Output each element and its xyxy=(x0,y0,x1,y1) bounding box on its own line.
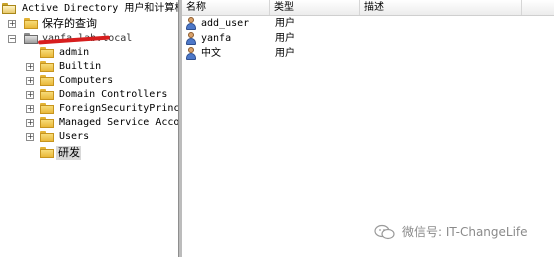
folder-icon xyxy=(40,75,54,86)
ad-root-icon xyxy=(2,3,16,14)
item-name: yanfa xyxy=(201,33,232,44)
domain-icon xyxy=(24,33,38,44)
tree-item-label: ForeignSecurityPrincip xyxy=(59,103,178,114)
tree-item-managed-service-accounts[interactable]: + Managed Service Accour xyxy=(26,116,178,130)
expand-icon[interactable]: + xyxy=(26,105,34,113)
console-tree: Active Directory 用户和计算机 + 保存的查询 − yanfa.… xyxy=(0,0,178,257)
folder-icon xyxy=(40,47,54,58)
results-list: 名称 类型 描述 add_user 用户 yanfa 用户 中文 用户 xyxy=(182,0,554,257)
list-item[interactable]: add_user 用户 xyxy=(182,16,554,31)
expand-icon[interactable]: + xyxy=(26,91,34,99)
folder-icon xyxy=(40,89,54,100)
ou-folder-icon xyxy=(40,147,54,158)
tree-item-users[interactable]: + Users xyxy=(26,130,178,144)
item-name: 中文 xyxy=(201,48,221,59)
tree-item-label: Managed Service Accour xyxy=(59,117,178,128)
folder-icon xyxy=(40,103,54,114)
item-type: 用户 xyxy=(275,48,295,59)
expand-icon[interactable]: + xyxy=(26,119,34,127)
folder-icon xyxy=(40,131,54,142)
tree-item-label: Domain Controllers xyxy=(59,89,168,100)
tree-item-label: Builtin xyxy=(59,61,102,72)
item-type: 用户 xyxy=(275,18,295,29)
column-header-type[interactable]: 类型 xyxy=(270,0,360,15)
tree-item-label: 保存的查询 xyxy=(42,17,97,30)
wechat-icon xyxy=(374,224,395,240)
tree-item-label: 研发 xyxy=(58,146,80,159)
expand-icon[interactable]: + xyxy=(8,20,16,28)
expand-icon[interactable]: + xyxy=(26,77,34,85)
column-header-name[interactable]: 名称 xyxy=(182,0,270,15)
watermark-text: 微信号: IT-ChangeLife xyxy=(402,225,528,239)
item-type: 用户 xyxy=(275,33,295,44)
tree-root-item[interactable]: Active Directory 用户和计算机 xyxy=(2,2,178,16)
folder-icon xyxy=(24,18,38,29)
tree-item-foreign-security-principals[interactable]: + ForeignSecurityPrincip xyxy=(26,102,178,116)
expand-icon[interactable]: + xyxy=(26,63,34,71)
list-header: 名称 类型 描述 xyxy=(182,0,554,16)
user-icon xyxy=(185,47,197,60)
tree-root-label: Active Directory 用户和计算机 xyxy=(22,3,178,14)
item-name: add_user xyxy=(201,18,250,29)
tree-item-computers[interactable]: + Computers xyxy=(26,74,178,88)
tree-item-saved-queries[interactable]: + 保存的查询 xyxy=(8,17,178,31)
tree-item-label: Computers xyxy=(59,75,114,86)
user-icon xyxy=(185,17,197,30)
tree-item-admin[interactable]: admin xyxy=(26,46,178,60)
collapse-icon[interactable]: − xyxy=(8,35,16,43)
tree-item-builtin[interactable]: + Builtin xyxy=(26,60,178,74)
column-header-description[interactable]: 描述 xyxy=(360,0,522,15)
tree-item-label: Users xyxy=(59,131,90,142)
list-item[interactable]: 中文 用户 xyxy=(182,46,554,61)
folder-icon xyxy=(40,117,54,128)
tree-item-domain-controllers[interactable]: + Domain Controllers xyxy=(26,88,178,102)
tree-item-yanfa-ou[interactable]: 研发 xyxy=(26,146,178,160)
expand-icon[interactable]: + xyxy=(26,133,34,141)
list-item[interactable]: yanfa 用户 xyxy=(182,31,554,46)
user-icon xyxy=(185,32,197,45)
tree-item-label: admin xyxy=(59,47,90,58)
folder-icon xyxy=(40,61,54,72)
